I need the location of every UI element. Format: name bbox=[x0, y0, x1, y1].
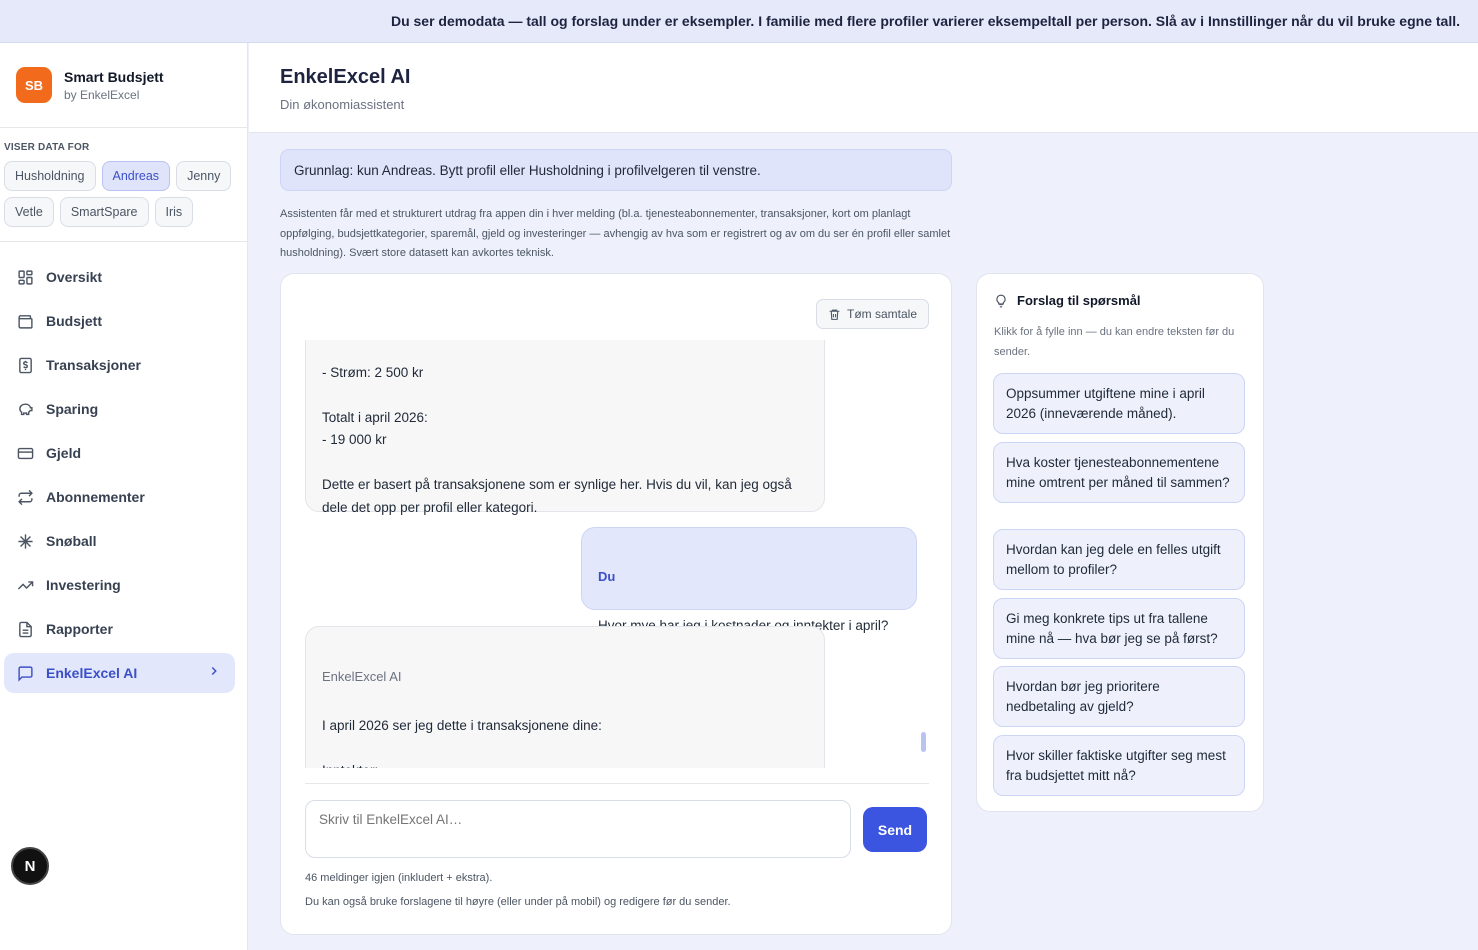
assistant-message: - Strøm: 2 500 kr Totalt i april 2026: -… bbox=[305, 340, 825, 515]
demo-data-banner: Du ser demodata — tall og forslag under … bbox=[0, 0, 1478, 43]
basis-text: Grunnlag: kun Andreas. Bytt profil eller… bbox=[294, 162, 761, 178]
lightbulb-icon bbox=[994, 294, 1008, 308]
brand-by: by EnkelExcel bbox=[64, 87, 140, 102]
suggestions-title: Forslag til spørsmål bbox=[994, 293, 1141, 308]
nav-item-label: EnkelExcel AI bbox=[46, 665, 138, 681]
basis-notice: Grunnlag: kun Andreas. Bytt profil eller… bbox=[280, 149, 952, 191]
profile-chip-vetle[interactable]: Vetle bbox=[4, 197, 54, 227]
nav-item-snoball[interactable]: Snøball bbox=[4, 521, 235, 561]
send-button[interactable]: Send bbox=[863, 807, 927, 852]
chevron-right-icon bbox=[207, 664, 221, 681]
message-text: I april 2026 ser jeg dette i transaksjon… bbox=[322, 717, 602, 769]
suggestion-card[interactable]: Hvor skiller faktiske utgifter seg mest … bbox=[993, 735, 1245, 796]
nav-item-label: Transaksjoner bbox=[46, 357, 141, 373]
user-message: Du Hvor mye har jeg i kostnader og innte… bbox=[581, 527, 917, 633]
nav-item-enkelexcel-ai[interactable]: EnkelExcel AI bbox=[4, 653, 235, 693]
piggy-bank-icon bbox=[16, 400, 34, 418]
brand[interactable]: SB Smart Budsjett by EnkelExcel bbox=[0, 43, 247, 128]
page-header: EnkelExcel AI Din økonomiassistent bbox=[249, 43, 1478, 133]
suggestion-card[interactable]: Oppsummer utgiftene mine i april 2026 (i… bbox=[993, 373, 1245, 434]
profile-selector-label: VISER DATA FOR bbox=[4, 142, 90, 153]
nav-item-transaksjoner[interactable]: Transaksjoner bbox=[4, 345, 235, 385]
sidebar: SB Smart Budsjett by EnkelExcel VISER DA… bbox=[0, 43, 248, 950]
nav-item-label: Rapporter bbox=[46, 621, 113, 637]
nav-item-label: Gjeld bbox=[46, 445, 82, 461]
nav-item-label: Budsjett bbox=[46, 313, 102, 329]
message-text: - Strøm: 2 500 kr Totalt i april 2026: -… bbox=[322, 364, 792, 515]
nav-item-label: Snøball bbox=[46, 533, 97, 549]
message-author: Du bbox=[598, 568, 616, 584]
trending-up-icon bbox=[16, 576, 34, 594]
nav-item-label: Abonnementer bbox=[46, 489, 145, 505]
dollar-receipt-icon bbox=[16, 356, 34, 374]
nav-item-oversikt[interactable]: Oversikt bbox=[4, 257, 235, 297]
profile-chip-husholdning[interactable]: Husholdning bbox=[4, 161, 96, 191]
chat-panel: Tøm samtale - Strøm: 2 500 kr Totalt i a… bbox=[280, 273, 952, 935]
nav-item-gjeld[interactable]: Gjeld bbox=[4, 433, 235, 473]
profile-selector: VISER DATA FOR Husholdning Andreas Jenny… bbox=[0, 128, 247, 242]
assistant-message: EnkelExcel AI I april 2026 ser jeg dette… bbox=[305, 626, 825, 768]
assistant-info-text: Assistenten får med et strukturert utdra… bbox=[280, 208, 951, 259]
profile-chip-andreas[interactable]: Andreas bbox=[101, 161, 171, 191]
clear-conversation-button[interactable]: Tøm samtale bbox=[816, 299, 929, 329]
message-list[interactable]: - Strøm: 2 500 kr Totalt i april 2026: -… bbox=[305, 340, 929, 768]
suggestions-hint: Du kan også bruke forslagene til høyre (… bbox=[305, 896, 731, 908]
nav-item-rapporter[interactable]: Rapporter bbox=[4, 609, 235, 649]
next-dev-badge[interactable]: N bbox=[11, 847, 49, 885]
suggestion-card[interactable]: Hva koster tjenesteabonnementene mine om… bbox=[993, 442, 1245, 503]
nav-item-label: Oversikt bbox=[46, 269, 103, 285]
nav-item-label: Sparing bbox=[46, 401, 99, 417]
clear-conversation-label: Tøm samtale bbox=[846, 307, 917, 321]
message-icon bbox=[16, 664, 34, 682]
main-nav: Oversikt Budsjett Transaksjoner Sparing … bbox=[0, 242, 247, 693]
repeat-icon bbox=[16, 488, 34, 506]
nav-item-sparing[interactable]: Sparing bbox=[4, 389, 235, 429]
suggestion-card[interactable]: Hvordan kan jeg dele en felles utgift me… bbox=[993, 529, 1245, 590]
nav-item-label: Investering bbox=[46, 577, 121, 593]
message-scrollbar[interactable] bbox=[920, 340, 928, 768]
suggestions-subtitle: Klikk for å fylle inn — du kan endre tek… bbox=[994, 326, 1235, 358]
nav-item-investering[interactable]: Investering bbox=[4, 565, 235, 605]
suggestion-card[interactable]: Gi meg konkrete tips ut fra tallene mine… bbox=[993, 598, 1245, 659]
suggestion-card[interactable]: Hvordan bør jeg prioritere nedbetaling a… bbox=[993, 666, 1245, 727]
divider bbox=[305, 783, 929, 784]
grid-icon bbox=[16, 268, 34, 286]
file-text-icon bbox=[16, 620, 34, 638]
nav-item-abonnementer[interactable]: Abonnementer bbox=[4, 477, 235, 517]
message-input[interactable] bbox=[305, 800, 851, 858]
suggestions-panel: Forslag til spørsmål Klikk for å fylle i… bbox=[976, 273, 1264, 812]
scrollbar-thumb[interactable] bbox=[921, 732, 926, 752]
banner-text: Du ser demodata — tall og forslag under … bbox=[390, 13, 1460, 29]
suggestions-title-text: Forslag til spørsmål bbox=[1017, 293, 1141, 308]
nav-item-budsjett[interactable]: Budsjett bbox=[4, 301, 235, 341]
credit-card-icon bbox=[16, 444, 34, 462]
profile-chip-iris[interactable]: Iris bbox=[154, 197, 194, 227]
remaining-messages: 46 meldinger igjen (inkludert + ekstra). bbox=[305, 872, 493, 884]
message-author: EnkelExcel AI bbox=[322, 668, 402, 684]
brand-name: Smart Budsjett bbox=[64, 68, 164, 85]
brand-logo: SB bbox=[16, 67, 52, 103]
page-title: EnkelExcel AI bbox=[280, 66, 411, 88]
snowflake-icon bbox=[16, 532, 34, 550]
page-subtitle: Din økonomiassistent bbox=[280, 97, 405, 112]
trash-icon bbox=[828, 308, 841, 321]
profile-chip-smartspare[interactable]: SmartSpare bbox=[59, 197, 149, 227]
wallet-icon bbox=[16, 312, 34, 330]
profile-chip-jenny[interactable]: Jenny bbox=[176, 161, 232, 191]
